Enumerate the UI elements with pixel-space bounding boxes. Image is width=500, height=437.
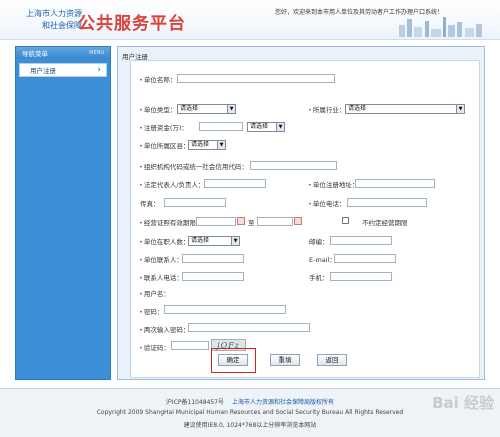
unit-name-input[interactable] <box>177 74 335 83</box>
unit-type-select[interactable]: 请选择 ▼ <box>177 104 236 114</box>
footer-line1: 沪ICP备11048457号 上海市人力资源和社会保障局版权所有 <box>0 397 500 406</box>
header: 上海市人力资源 和社会保障 公共服务平台 您好，欢迎来到本市用人单位及其劳动者户… <box>0 0 500 40</box>
sidebar-header: 导航菜单 MENU <box>16 47 110 59</box>
region-label: •单位所属区县： <box>139 142 190 150</box>
copyright-en: Copyright 2009 ShangHai Municipal Human … <box>96 409 404 416</box>
sidebar-item-register[interactable]: 用户注册 › <box>19 63 107 77</box>
employees-select[interactable]: 请选择 ▼ <box>188 236 240 246</box>
contact-label: •单位联系人： <box>139 256 183 264</box>
password-again-input[interactable] <box>188 323 310 332</box>
no-fixed-period-label: 不约定经营期限 <box>362 219 408 227</box>
license-period-label: •经营证照有效期限： <box>139 219 203 227</box>
password-label: •密码： <box>139 308 164 316</box>
org-code-label: •组织机构代码或统一社会信用代码： <box>139 163 248 171</box>
employees-label: •单位在职人数： <box>139 238 190 246</box>
chevron-down-icon: ▼ <box>276 123 284 131</box>
logo-line2: 和社会保障 <box>42 21 82 30</box>
legal-rep-label: •法定代表人/负责人： <box>139 181 205 189</box>
platform-title: 公共服务平台 <box>78 14 186 34</box>
postcode-input[interactable] <box>330 236 392 245</box>
captcha-label: •验证码： <box>139 344 170 352</box>
phone-label: •单位电话： <box>308 200 346 208</box>
sidebar-item-label: 用户注册 <box>30 67 56 75</box>
industry-select[interactable]: 请选择 ▼ <box>345 104 465 114</box>
browser-advice: 建议使用IE8.0, 1024*768以上分辨率浏览本网站 <box>183 422 317 429</box>
chevron-down-icon: ▼ <box>456 105 464 113</box>
registration-form: •单位名称： •单位类型： 请选择 ▼ •所属行业： 请选择 ▼ •注册资金(万)：… <box>130 60 480 378</box>
chevron-down-icon: ▼ <box>217 141 225 149</box>
legal-rep-input[interactable] <box>204 179 266 188</box>
industry-label: •所属行业： <box>308 106 346 114</box>
captcha-input[interactable] <box>171 341 209 350</box>
chevron-down-icon: ▼ <box>227 105 235 113</box>
phone-input[interactable] <box>347 198 427 207</box>
reg-address-input[interactable] <box>355 179 435 188</box>
calendar-icon[interactable] <box>237 217 245 225</box>
copyright-owner-link[interactable]: 上海市人力资源和社会保障局版权所有 <box>232 399 334 406</box>
to-label: 至 <box>248 219 255 227</box>
email-input[interactable] <box>334 254 396 263</box>
fax-input[interactable] <box>164 198 226 207</box>
back-button[interactable]: 返回 <box>317 354 347 366</box>
license-end-input[interactable] <box>257 217 293 226</box>
email-label: E-mail： <box>309 256 336 264</box>
chevron-right-icon: › <box>97 65 101 75</box>
capital-input[interactable] <box>199 122 243 131</box>
sidebar-heading-en: MENU <box>89 50 104 56</box>
mobile-input[interactable] <box>330 272 392 281</box>
registration-panel: 用户注册 •单位名称： •单位类型： 请选择 ▼ •所属行业： 请选择 ▼ •注册资… <box>117 46 485 380</box>
org-code-input[interactable] <box>250 161 337 170</box>
capital-unit-select[interactable]: 请选择 ▼ <box>247 122 285 132</box>
fax-label: 传真： <box>140 200 160 208</box>
unit-name-label: •单位名称： <box>139 76 177 84</box>
reg-address-label: •单位注册地址： <box>308 181 359 189</box>
reset-button[interactable]: 重填 <box>270 354 300 366</box>
no-fixed-period-checkbox[interactable] <box>342 217 349 224</box>
contact-phone-input[interactable] <box>182 272 244 281</box>
calendar-icon[interactable] <box>294 217 302 225</box>
watermark: Bai 经验 <box>432 394 494 412</box>
footer: 沪ICP备11048457号 上海市人力资源和社会保障局版权所有 Copyrigh… <box>0 388 500 437</box>
contact-phone-label: •联系人电话： <box>139 274 183 282</box>
icp-text: 沪ICP备11048457号 <box>165 399 225 406</box>
username-label: •用户名： <box>139 290 170 298</box>
sidebar: 导航菜单 MENU 用户注册 › <box>15 46 111 380</box>
unit-type-label: •单位类型： <box>139 106 177 114</box>
logo-line1: 上海市人力资源 <box>26 9 82 18</box>
contact-input[interactable] <box>182 254 244 263</box>
chevron-down-icon: ▼ <box>231 237 239 245</box>
capital-label: •注册资金(万)： <box>139 124 188 132</box>
region-select[interactable]: 请选择 ▼ <box>188 140 226 150</box>
postcode-label: 邮编： <box>309 238 329 246</box>
mobile-label: 手机： <box>309 274 329 282</box>
confirm-button[interactable]: 确定 <box>218 354 248 366</box>
password-input[interactable] <box>164 305 286 314</box>
city-skyline-icon <box>399 17 482 37</box>
license-start-input[interactable] <box>196 217 236 226</box>
password-again-label: •两次输入密码： <box>139 326 190 334</box>
sidebar-heading: 导航菜单 <box>22 50 48 58</box>
